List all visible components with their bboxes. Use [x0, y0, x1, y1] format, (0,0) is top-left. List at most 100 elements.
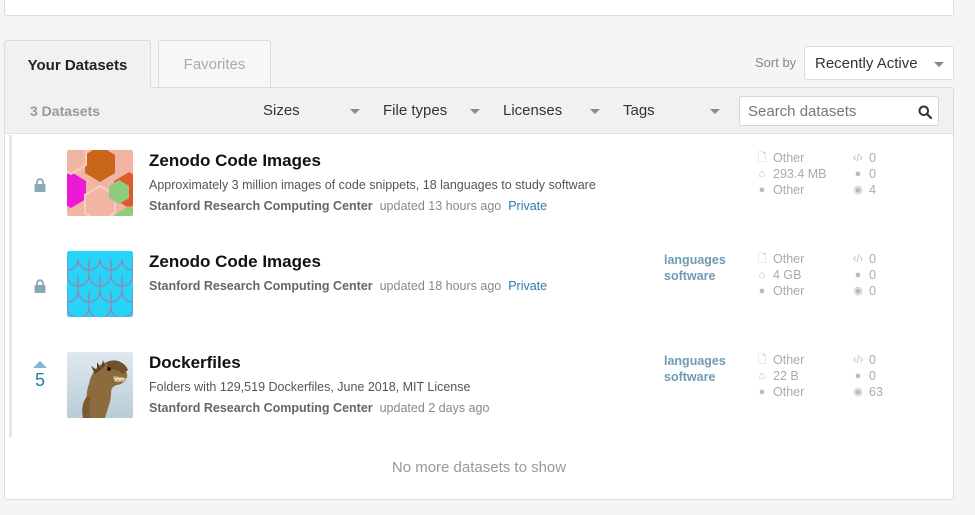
file-type: Other: [773, 353, 805, 367]
lock-icon: [34, 279, 46, 293]
dataset-thumbnail[interactable]: [67, 352, 133, 418]
dataset-owner[interactable]: Stanford Research Computing Center: [149, 401, 373, 415]
dataset-stats: 🗋 Other ⌂ 4 GB ● Other: [755, 251, 805, 299]
chevron-down-icon: [470, 109, 480, 114]
dataset-title[interactable]: Dockerfiles: [149, 353, 241, 373]
filter-licenses[interactable]: Licenses: [503, 102, 562, 119]
dataset-thumbnail[interactable]: [67, 150, 133, 216]
view-count: 0: [869, 284, 876, 298]
tab-your-datasets[interactable]: Your Datasets: [4, 40, 151, 89]
dataset-owner[interactable]: Stanford Research Computing Center: [149, 199, 373, 213]
sort-value: Recently Active: [815, 55, 918, 72]
eye-icon: ◉: [853, 386, 863, 398]
dataset-size: 22 B: [773, 369, 799, 383]
chevron-down-icon: [590, 109, 600, 114]
vote-count: 5: [34, 370, 45, 390]
dataset-stats: 🗋 Other ⌂ 22 B ● Other: [755, 352, 805, 400]
upvote-icon: [33, 361, 47, 368]
dataset-description: Folders with 129,519 Dockerfiles, June 2…: [149, 380, 471, 394]
dataset-count: 3 Datasets: [30, 103, 101, 119]
search-icon[interactable]: [918, 105, 932, 119]
file-icon: 🗋: [757, 354, 767, 366]
search-input[interactable]: [740, 97, 910, 125]
dataset-row[interactable]: 5 Dockerfiles Folders with 129,519 Docke…: [5, 337, 953, 438]
comment-icon: ●: [854, 168, 862, 180]
code-icon: ‹/›: [852, 354, 864, 366]
filter-tags-label: Tags: [623, 102, 655, 119]
dataset-title[interactable]: Zenodo Code Images: [149, 252, 321, 272]
dataset-updated: updated 2 days ago: [379, 401, 490, 415]
filter-file-types-label: File types: [383, 102, 448, 119]
dataset-thumbnail[interactable]: [67, 251, 133, 317]
license-icon: ●: [758, 184, 766, 196]
comment-icon: ●: [854, 370, 862, 382]
dataset-stats: 🗋 Other ⌂ 293.4 MB ● Other: [755, 150, 827, 198]
dataset-activity: ‹/› 0 ● 0 ◉ 4: [851, 150, 876, 198]
disk-icon: ⌂: [758, 370, 766, 382]
filter-bar: 3 Datasets Sizes File types Licenses Tag…: [5, 88, 953, 134]
disk-icon: ⌂: [758, 168, 766, 180]
license-icon: ●: [758, 285, 766, 297]
dataset-title[interactable]: Zenodo Code Images: [149, 151, 321, 171]
lock-icon: [34, 178, 46, 192]
dataset-license: Other: [773, 385, 805, 399]
filter-licenses-label: Licenses: [503, 102, 563, 119]
view-count: 4: [869, 183, 876, 197]
kernel-count: 0: [869, 252, 876, 266]
dataset-updated: updated 13 hours ago: [379, 199, 502, 213]
upvote-button[interactable]: 5: [29, 361, 51, 391]
chevron-down-icon: [934, 62, 944, 67]
sort-select[interactable]: Recently Active: [804, 46, 954, 80]
dataset-tags: languages software: [664, 252, 726, 284]
tag-link[interactable]: software: [664, 268, 726, 284]
comment-count: 0: [869, 167, 876, 181]
dataset-row[interactable]: Zenodo Code Images Stanford Research Com…: [5, 236, 953, 337]
search-box: [739, 96, 939, 126]
comment-count: 0: [869, 369, 876, 383]
visibility-badge: Private: [508, 279, 548, 293]
filter-sizes-label: Sizes: [263, 102, 300, 119]
chevron-down-icon: [350, 109, 360, 114]
code-icon: ‹/›: [852, 152, 864, 164]
dataset-meta: Stanford Research Computing Center updat…: [149, 279, 547, 293]
dataset-activity: ‹/› 0 ● 0 ◉ 0: [851, 251, 876, 299]
dataset-owner[interactable]: Stanford Research Computing Center: [149, 279, 373, 293]
license-icon: ●: [758, 386, 766, 398]
tag-link[interactable]: languages: [664, 353, 726, 369]
dataset-row[interactable]: Zenodo Code Images Approximately 3 milli…: [5, 135, 953, 236]
tag-link[interactable]: software: [664, 369, 726, 385]
dataset-meta: Stanford Research Computing Center updat…: [149, 199, 547, 213]
comment-icon: ●: [854, 269, 862, 281]
filter-file-types[interactable]: File types: [383, 102, 447, 119]
kernel-count: 0: [869, 151, 876, 165]
sort-label: Sort by: [755, 55, 797, 70]
file-type: Other: [773, 151, 805, 165]
dataset-license: Other: [773, 284, 805, 298]
dataset-updated: updated 18 hours ago: [379, 279, 502, 293]
dataset-activity: ‹/› 0 ● 0 ◉ 63: [851, 352, 883, 400]
dataset-license: Other: [773, 183, 805, 197]
chevron-down-icon: [710, 109, 720, 114]
file-type: Other: [773, 252, 805, 266]
dataset-size: 4 GB: [773, 268, 802, 282]
tab-favorites[interactable]: Favorites: [158, 40, 271, 87]
dataset-meta: Stanford Research Computing Center updat…: [149, 401, 489, 415]
filter-tags[interactable]: Tags: [623, 102, 655, 119]
file-icon: 🗋: [757, 253, 767, 265]
filter-sizes[interactable]: Sizes: [263, 102, 300, 119]
disk-icon: ⌂: [758, 269, 766, 281]
eye-icon: ◉: [853, 184, 863, 196]
datasets-panel: 3 Datasets Sizes File types Licenses Tag…: [4, 87, 954, 500]
eye-icon: ◉: [853, 285, 863, 297]
visibility-badge: Private: [508, 199, 548, 213]
comment-count: 0: [869, 268, 876, 282]
view-count: 63: [869, 385, 883, 399]
dataset-tags: languages software: [664, 353, 726, 385]
code-icon: ‹/›: [852, 253, 864, 265]
no-more-message: No more datasets to show: [391, 459, 567, 476]
file-icon: 🗋: [757, 152, 767, 164]
previous-card: [4, 0, 954, 16]
tag-link[interactable]: languages: [664, 252, 726, 268]
dataset-size: 293.4 MB: [773, 167, 827, 181]
dataset-description: Approximately 3 million images of code s…: [149, 178, 596, 192]
